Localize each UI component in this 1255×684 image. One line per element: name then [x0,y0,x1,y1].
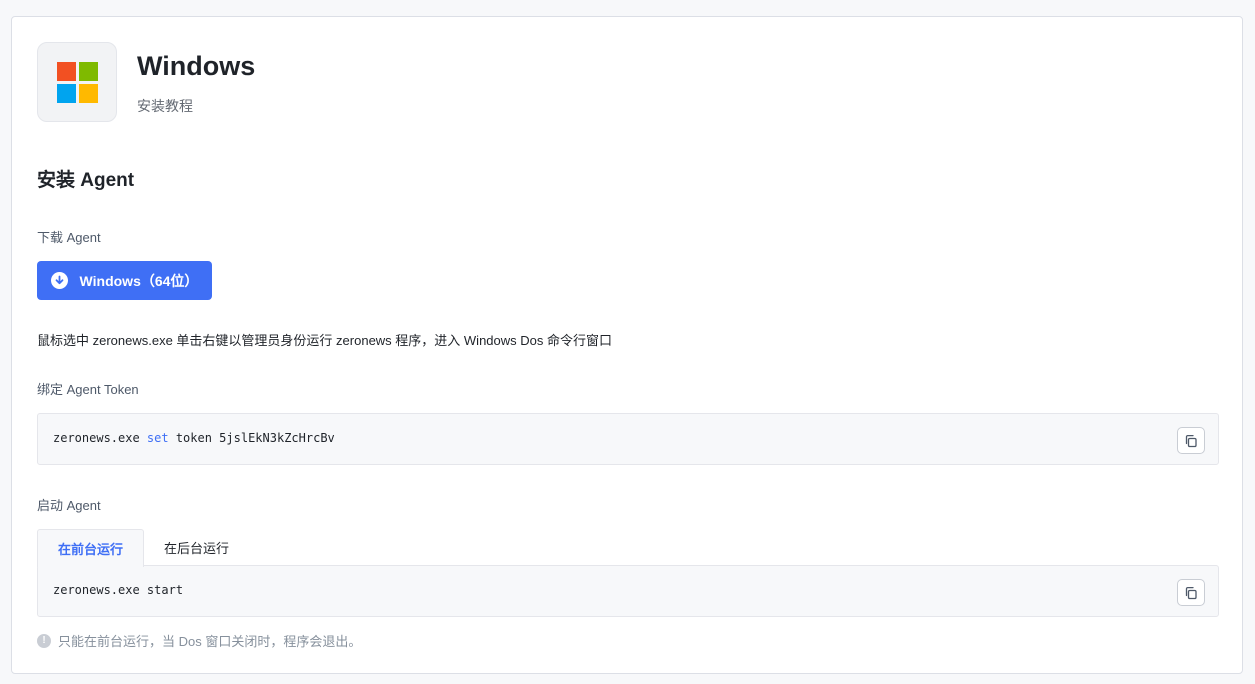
download-agent-label: 下载 Agent [37,230,101,245]
page-subtitle: 安装教程 [137,98,193,114]
start-command-code-block: zeronews.exe start [37,565,1219,617]
copy-icon [1185,434,1197,447]
copy-bind-command-button[interactable] [1177,427,1205,454]
info-icon: ! [37,633,51,648]
bind-token-code-block: zeronews.exe set token 5jslEkN3kZcHrcBv [37,413,1219,465]
download-windows-64-button[interactable]: Windows（64位） [37,261,212,300]
tab-background[interactable]: 在后台运行 [144,529,249,566]
copy-start-command-button[interactable] [1177,579,1205,606]
download-button-label: Windows（64位） [79,272,199,289]
command-keyword: set [146,431,169,445]
run-mode-tabs: 在前台运行 在后台运行 [37,529,249,567]
section-title-install-agent: 安装 Agent [37,170,135,191]
tab-foreground[interactable]: 在前台运行 [37,529,145,567]
logo-square-red [56,61,76,81]
start-command: zeronews.exe start [53,583,184,597]
foreground-hint: ! 只能在前台运行，当 Dos 窗口关闭时，程序会退出。 [37,631,361,650]
copy-icon [1185,586,1197,599]
windows-logo [37,42,117,122]
command-suffix: token 5jslEkN3kZcHrcBv [168,431,335,445]
windows-logo-icon [56,61,98,103]
bind-token-command: zeronews.exe set token 5jslEkN3kZcHrcBv [53,431,335,445]
foreground-hint-text: 只能在前台运行，当 Dos 窗口关闭时，程序会退出。 [58,634,362,649]
page-title: Windows [137,51,256,81]
logo-square-yellow [78,83,98,103]
start-agent-label: 启动 Agent [37,498,101,513]
install-guide-card: Windows 安装教程 安装 Agent 下载 Agent Windows（6… [11,16,1243,674]
command-prefix: zeronews.exe [53,431,147,445]
logo-square-blue [56,83,76,103]
run-instruction-text: 鼠标选中 zeronews.exe 单击右键以管理员身份运行 zeronews … [37,333,612,348]
logo-square-green [78,61,98,81]
bind-token-label: 绑定 Agent Token [37,382,139,397]
download-icon [50,272,68,289]
